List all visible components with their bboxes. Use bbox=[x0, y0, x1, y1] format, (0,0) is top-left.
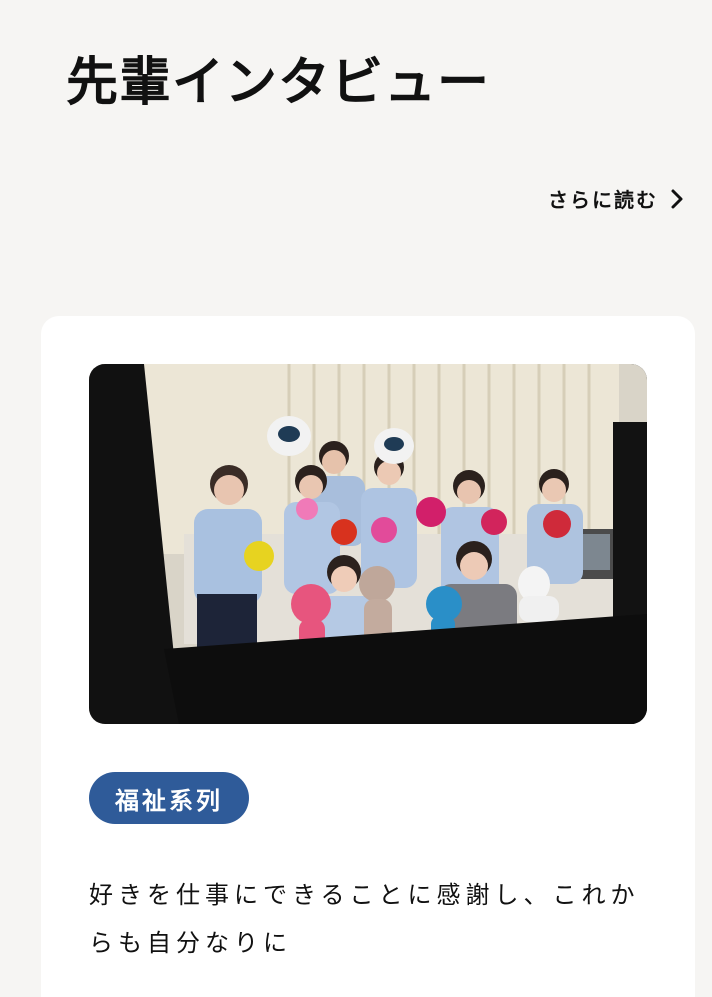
category-badge[interactable]: 福祉系列 bbox=[89, 772, 249, 824]
card-headline[interactable]: 好きを仕事にできることに感謝し、これからも自分なりに bbox=[89, 871, 649, 967]
read-more-link[interactable]: さらに読む bbox=[548, 184, 684, 213]
interview-section: 先輩インタビュー さらに読む 福祉系列 好きを仕事にできることに感謝し、これから… bbox=[0, 0, 712, 997]
students-with-hand-puppets-photo bbox=[89, 364, 647, 724]
read-more-label: さらに読む bbox=[548, 188, 658, 212]
interview-card[interactable]: 福祉系列 好きを仕事にできることに感謝し、これからも自分なりに bbox=[41, 316, 695, 997]
section-title: 先輩インタビュー bbox=[66, 52, 491, 113]
chevron-right-icon bbox=[671, 189, 683, 208]
interview-photo[interactable] bbox=[89, 364, 647, 724]
